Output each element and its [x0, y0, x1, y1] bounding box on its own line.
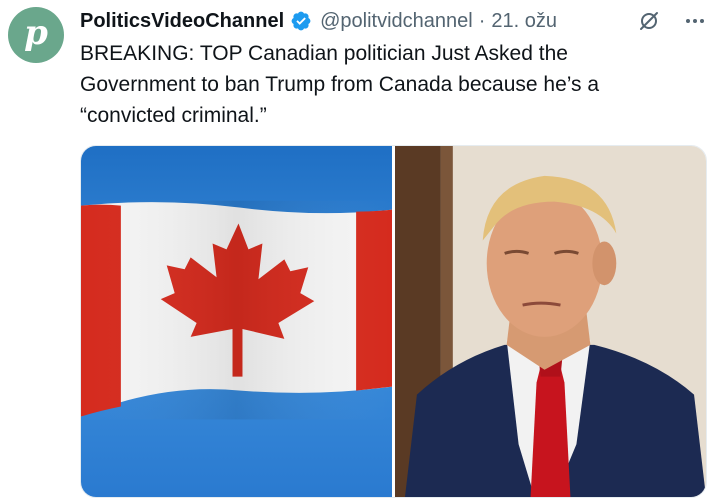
- author-name[interactable]: PoliticsVideoChannel: [80, 10, 284, 33]
- grok-icon[interactable]: [636, 8, 662, 34]
- more-icon[interactable]: [682, 8, 708, 34]
- avatar-letter: p: [24, 13, 48, 53]
- tweet-text: BREAKING: TOP Canadian politician Just A…: [80, 42, 600, 127]
- author-handle[interactable]: @politvidchannel: [320, 10, 473, 33]
- tweet-date[interactable]: 21. ožu: [491, 10, 557, 33]
- media-grid: [80, 145, 707, 498]
- verified-badge-icon: [290, 10, 312, 32]
- avatar[interactable]: p: [8, 7, 64, 63]
- separator: ·: [478, 9, 486, 32]
- canada-flag-photo[interactable]: [81, 146, 392, 497]
- politician-portrait-photo[interactable]: [395, 146, 706, 497]
- tweet-header: PoliticsVideoChannel @politvidchannel · …: [80, 7, 708, 35]
